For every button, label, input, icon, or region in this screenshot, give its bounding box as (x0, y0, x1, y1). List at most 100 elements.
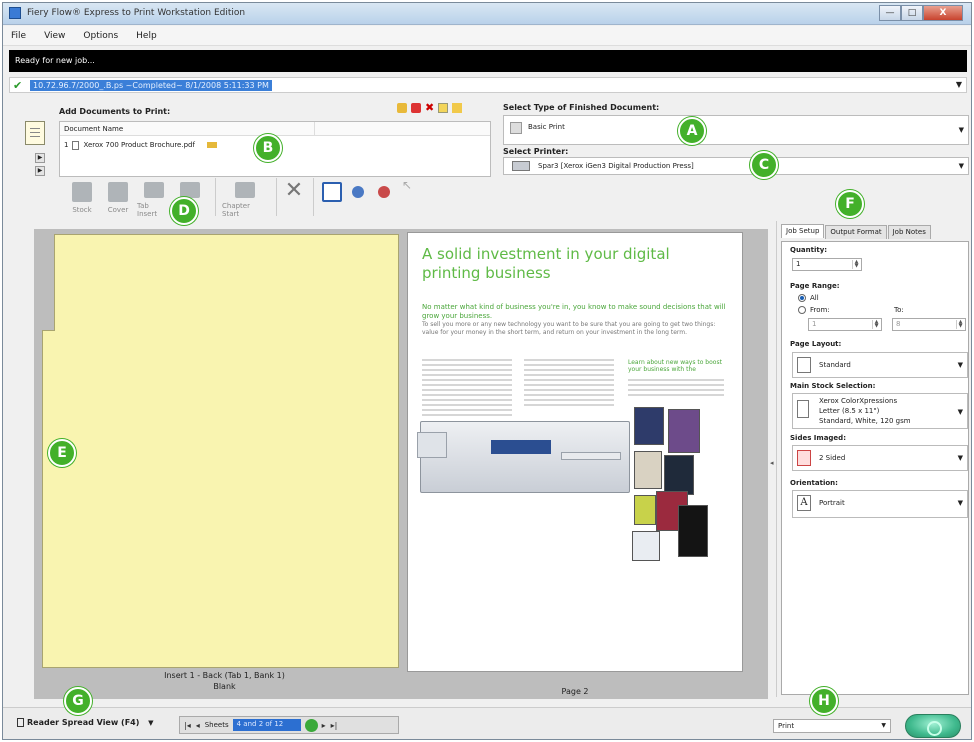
cover-button[interactable]: Cover (101, 178, 135, 218)
row-index: 1 (64, 141, 69, 149)
spinner-arrows-icon[interactable]: ▲ ▼ (852, 260, 860, 269)
sample-print-6 (634, 495, 656, 525)
finished-document-select[interactable]: Basic Print ▼ (503, 115, 969, 145)
menu-options[interactable]: Options (83, 31, 118, 41)
brochure-title: A solid investment in your digital print… (422, 245, 670, 282)
range-from-value: 1 (812, 320, 817, 328)
add-documents-heading: Add Documents to Print: (59, 107, 171, 116)
preview-area[interactable]: Insert 1 - Back (Tab 1, Bank 1) Blank A … (34, 229, 768, 699)
properties-icon[interactable] (438, 103, 449, 113)
main-stock-select[interactable]: Xerox ColorXpressions Letter (8.5 x 11")… (792, 393, 968, 429)
print-mode-select[interactable]: Print ▼ (773, 719, 891, 733)
callout-e: E (48, 439, 76, 467)
finished-document-heading: Select Type of Finished Document: (503, 103, 660, 112)
range-from-radio[interactable] (798, 306, 806, 314)
move-down-button[interactable]: ▶ (35, 166, 45, 176)
sheets-label: Sheets (204, 721, 229, 729)
zoom-in-button[interactable] (346, 178, 370, 218)
fit-page-button[interactable] (320, 178, 344, 218)
callout-f: F (836, 190, 864, 218)
range-to-field[interactable]: 8 ▲ ▼ (892, 318, 966, 331)
brochure-page[interactable]: A solid investment in your digital print… (407, 232, 743, 672)
stock-label: Stock (72, 206, 92, 214)
tab-insert-button[interactable]: Tab Insert (137, 178, 171, 218)
finished-document-value: Basic Print (528, 123, 565, 131)
tab-insert-page[interactable] (42, 234, 399, 668)
remove-document-icon[interactable] (411, 103, 421, 113)
delete-icon[interactable]: ✖ (425, 102, 434, 113)
page-layout-label: Page Layout: (790, 340, 842, 348)
go-button[interactable] (304, 718, 318, 732)
orientation-select[interactable]: A Portrait ▼ (792, 490, 968, 518)
range-to-label: To: (894, 306, 904, 314)
tab-insert-label: Tab Insert (137, 202, 158, 218)
menu-view[interactable]: View (44, 31, 65, 41)
last-page-icon[interactable]: ▸| (331, 721, 338, 730)
menu-bar: File View Options Help (3, 26, 971, 46)
zoom-out-button[interactable] (372, 178, 396, 218)
page-caption: Page 2 (561, 687, 589, 696)
sample-print-2 (668, 409, 700, 453)
printer-select[interactable]: Spar3 [Xerox iGen3 Digital Production Pr… (503, 157, 969, 175)
page-layout-select[interactable]: Standard ▼ (792, 352, 968, 378)
view-selector[interactable]: Reader Spread View (F4) ▼ (17, 718, 154, 727)
print-button[interactable] (905, 714, 961, 738)
open-folder-icon[interactable] (397, 103, 407, 113)
folder-icon (206, 142, 217, 148)
job-entry[interactable]: 10.72.96.7/2000_.B.ps ~Completed~ 8/1/20… (30, 80, 272, 91)
tab-output-format[interactable]: Output Format (825, 225, 887, 239)
brochure-intro: To sell you more or any new technology y… (422, 321, 716, 336)
printer-panel (491, 440, 551, 454)
brochure-subtitle: No matter what kind of business you're i… (422, 303, 726, 320)
stock-icon (72, 182, 92, 202)
range-all-radio[interactable] (798, 294, 806, 302)
chevron-down-icon: ▼ (958, 126, 964, 134)
job-list-dropdown[interactable]: ✔ 10.72.96.7/2000_.B.ps ~Completed~ 8/1/… (9, 77, 967, 93)
range-from-field[interactable]: 1 ▲ ▼ (808, 318, 882, 331)
cover-icon (108, 182, 128, 202)
preview-icon[interactable] (452, 103, 463, 113)
maximize-button[interactable]: □ (901, 5, 923, 21)
spinner-arrows-icon[interactable]: ▲ ▼ (956, 320, 964, 329)
next-page-icon[interactable]: ▸ (322, 721, 326, 730)
stock-type: Standard, White, 120 gsm (819, 417, 911, 425)
range-to-value: 8 (896, 320, 901, 328)
stock-name: Xerox ColorXpressions (819, 397, 898, 405)
window-controls: — □ X (879, 5, 963, 21)
duplex-icon (797, 450, 811, 466)
delete-exception-button[interactable]: ✕ (283, 178, 305, 218)
chapter-start-button[interactable]: Chapter Start (222, 178, 268, 218)
sides-imaged-select[interactable]: 2 Sided ▼ (792, 445, 968, 471)
tab-job-setup[interactable]: Job Setup (781, 224, 825, 238)
tab-job-notes[interactable]: Job Notes (887, 225, 931, 239)
stock-size: Letter (8.5 x 11") (819, 407, 880, 415)
sample-print-3 (634, 451, 662, 489)
orientation-value: Portrait (819, 499, 845, 507)
zoom-out-icon (378, 186, 390, 198)
quantity-stepper[interactable]: 1 ▲ ▼ (792, 258, 862, 271)
page-layout-icon (797, 357, 811, 373)
pointer-button[interactable]: ↖ (398, 178, 416, 218)
previous-page-icon[interactable]: ◂ (196, 721, 200, 730)
callout-h: H (810, 687, 838, 715)
sample-print-1 (634, 407, 664, 445)
first-page-icon[interactable]: |◂ (184, 721, 191, 730)
splitter-arrow-icon[interactable]: ◂ (770, 459, 774, 467)
job-setup-content: Quantity: 1 ▲ ▼ Page Range: All From: To:… (781, 241, 969, 695)
menu-file[interactable]: File (11, 31, 26, 41)
chevron-down-icon[interactable]: ▼ (956, 80, 962, 89)
stock-button[interactable]: Stock (65, 178, 99, 218)
move-up-button[interactable]: ▶ (35, 153, 45, 163)
close-button[interactable]: X (923, 5, 963, 21)
document-actions: ✖ (397, 102, 463, 113)
menu-help[interactable]: Help (136, 31, 157, 41)
sheets-field[interactable]: 4 and 2 of 12 (232, 719, 301, 731)
print-mode-value: Print (778, 722, 795, 730)
minimize-button[interactable]: — (879, 5, 901, 21)
column-header-document-name: Document Name (60, 122, 490, 136)
spinner-arrows-icon[interactable]: ▲ ▼ (872, 320, 880, 329)
text-column (524, 359, 614, 409)
toolbar-separator (215, 178, 216, 216)
range-from-label: From: (810, 306, 830, 314)
callout-g: G (64, 687, 92, 715)
